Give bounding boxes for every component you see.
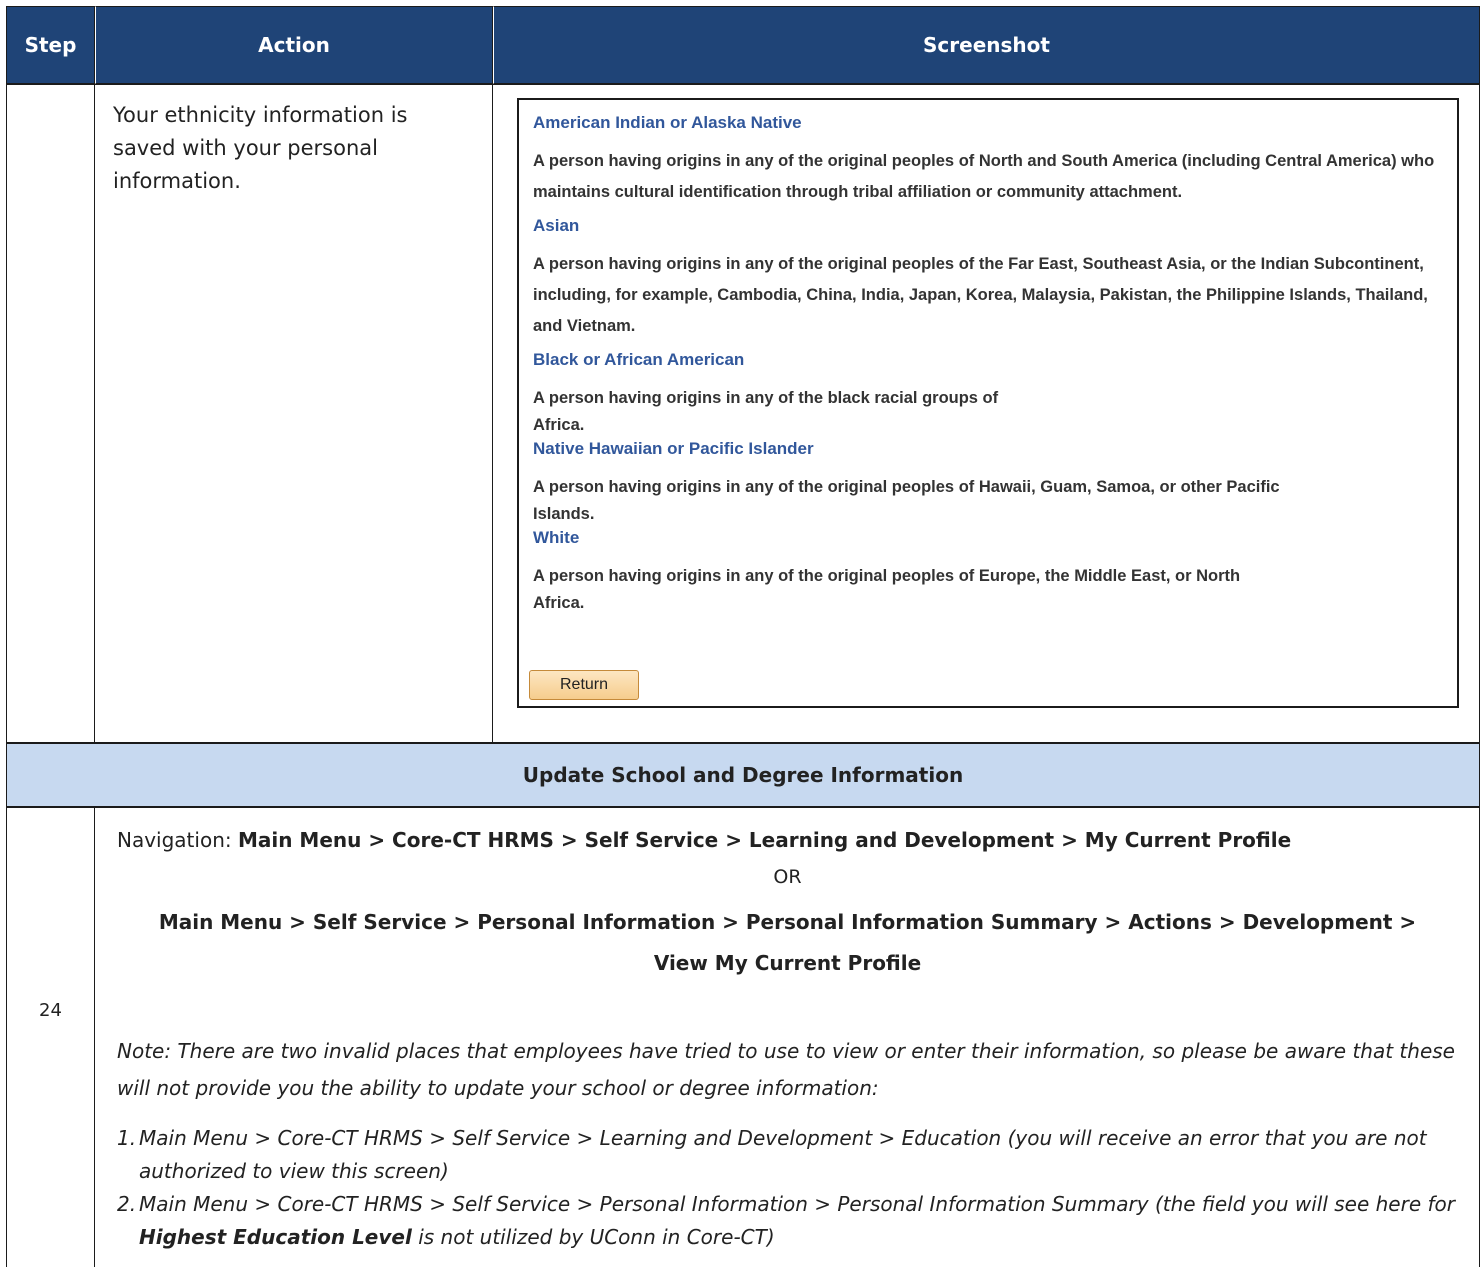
description-line: A person having origins in any of the bl… [533, 389, 999, 407]
header-step: Step [6, 6, 95, 84]
ethnicity-list: American Indian or Alaska Native A perso… [533, 110, 1443, 614]
procedure-table: Step Action Screenshot Your ethnicity in… [6, 0, 1480, 1267]
header-screenshot: Screenshot [493, 6, 1480, 84]
navigation-path: Main Menu > Core-CT HRMS > Self Service … [237, 828, 1292, 852]
ethnicity-description: A person having origins in any of the or… [533, 561, 1443, 614]
row1-step-cell [6, 84, 95, 743]
ethnicity-heading: Black or African American [533, 350, 745, 369]
ethnicity-heading: White [533, 528, 580, 547]
ethnicity-heading: Native Hawaiian or Pacific Islander [533, 439, 814, 458]
list-item: 1. Main Menu > Core-CT HRMS > Self Servi… [117, 1122, 1462, 1188]
list-item-number: 2. [117, 1192, 137, 1216]
header-action: Action [95, 6, 493, 84]
ethnicity-description: A person having origins in any of the or… [533, 255, 1428, 335]
invalid-places-list: 1. Main Menu > Core-CT HRMS > Self Servi… [117, 1122, 1462, 1254]
description-line: A person having origins in any of the or… [533, 567, 1241, 585]
ethnicity-heading: American Indian or Alaska Native [533, 113, 802, 132]
row1-screenshot-cell: American Indian or Alaska Native A perso… [493, 84, 1480, 743]
section-title: Update School and Degree Information [6, 743, 1480, 807]
description-line: Africa. [533, 416, 585, 434]
list-item: 2. Main Menu > Core-CT HRMS > Self Servi… [117, 1188, 1462, 1254]
action-text: Your ethnicity information is saved with… [113, 103, 408, 193]
return-button[interactable]: Return [529, 670, 639, 700]
or-separator: OR [773, 866, 802, 888]
ethnicity-description: A person having origins in any of the or… [533, 472, 1443, 525]
note-text: Note: There are two invalid places that … [117, 1039, 1455, 1100]
ethnicity-screenshot: American Indian or Alaska Native A perso… [517, 98, 1459, 708]
list-item-number: 1. [117, 1126, 137, 1150]
list-item-text: Main Menu > Core-CT HRMS > Self Service … [139, 1126, 1427, 1183]
navigation-label: Navigation: [117, 828, 238, 852]
alternate-path: Main Menu > Self Service > Personal Info… [115, 902, 1460, 984]
list-item-text: is not utilized by UConn in Core-CT) [411, 1225, 775, 1249]
ethnicity-description: A person having origins in any of the or… [533, 152, 1435, 201]
description-line: Africa. [533, 594, 585, 612]
row2-step-cell [6, 807, 95, 1267]
alternate-path-line: View My Current Profile [653, 951, 922, 975]
alternate-path-line: Main Menu > Self Service > Personal Info… [158, 910, 1417, 934]
row1-action-cell: Your ethnicity information is saved with… [95, 84, 493, 743]
ethnicity-heading: Asian [533, 216, 580, 235]
list-item-text: Main Menu > Core-CT HRMS > Self Service … [139, 1192, 1455, 1216]
navigation-line: Navigation: Main Menu > Core-CT HRMS > S… [117, 828, 1291, 852]
step-number: 24 [39, 1000, 62, 1021]
highest-education-level-term: Highest Education Level [139, 1225, 412, 1249]
row2-content-cell: Navigation: Main Menu > Core-CT HRMS > S… [95, 807, 1480, 1267]
description-line: A person having origins in any of the or… [533, 478, 1280, 496]
ethnicity-description: A person having origins in any of the bl… [533, 383, 1443, 436]
description-line: Islands. [533, 505, 595, 523]
